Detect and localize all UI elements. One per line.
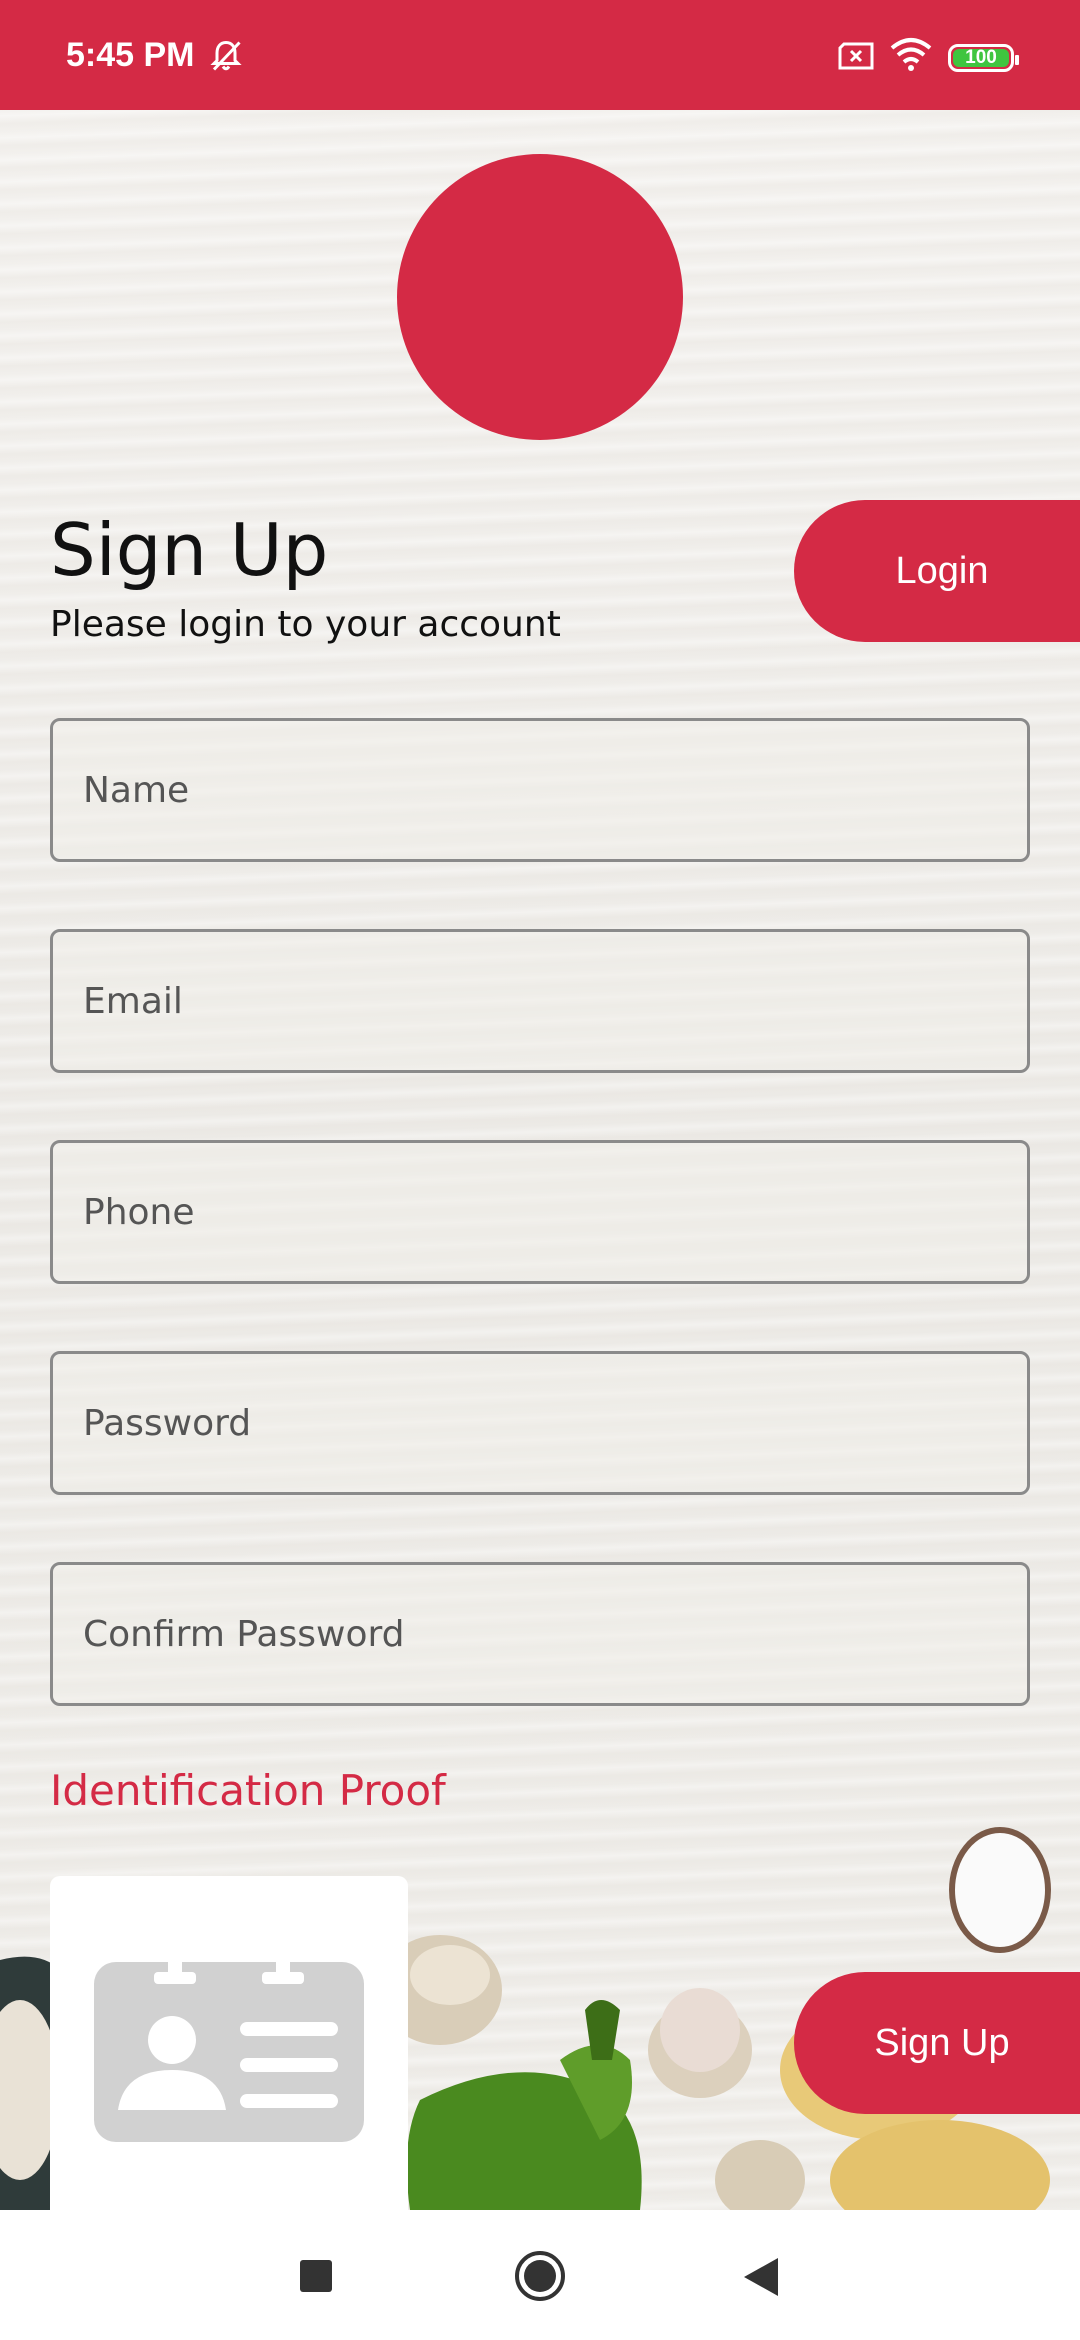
wifi-icon: [890, 38, 932, 71]
confirm-password-input[interactable]: [50, 1562, 1030, 1706]
id-card-icon: [94, 1962, 364, 2142]
identification-proof-label: Identification Proof: [50, 1766, 446, 1815]
phone-input[interactable]: [50, 1140, 1030, 1284]
email-input[interactable]: [50, 929, 1030, 1073]
home-circle-icon[interactable]: [514, 2250, 566, 2302]
name-input[interactable]: [50, 718, 1030, 862]
status-time: 5:45 PM: [66, 36, 195, 74]
navigation-bar: [0, 2210, 1080, 2340]
page-subtitle: Please login to your account: [50, 604, 561, 645]
login-button[interactable]: Login: [794, 500, 1080, 642]
battery-icon: 100: [948, 44, 1019, 72]
battery-level: 100: [965, 47, 997, 68]
sim-off-icon: [838, 42, 874, 70]
back-triangle-icon[interactable]: [742, 2256, 780, 2298]
status-bar: 5:45 PM 100: [0, 0, 1080, 110]
password-input[interactable]: [50, 1351, 1030, 1495]
signup-button[interactable]: Sign Up: [794, 1972, 1080, 2114]
id-proof-upload[interactable]: [50, 1876, 408, 2210]
bell-off-icon: [210, 40, 242, 71]
page-title: Sign Up: [50, 508, 329, 592]
app-logo: [397, 154, 683, 440]
recents-square-icon[interactable]: [300, 2260, 332, 2292]
